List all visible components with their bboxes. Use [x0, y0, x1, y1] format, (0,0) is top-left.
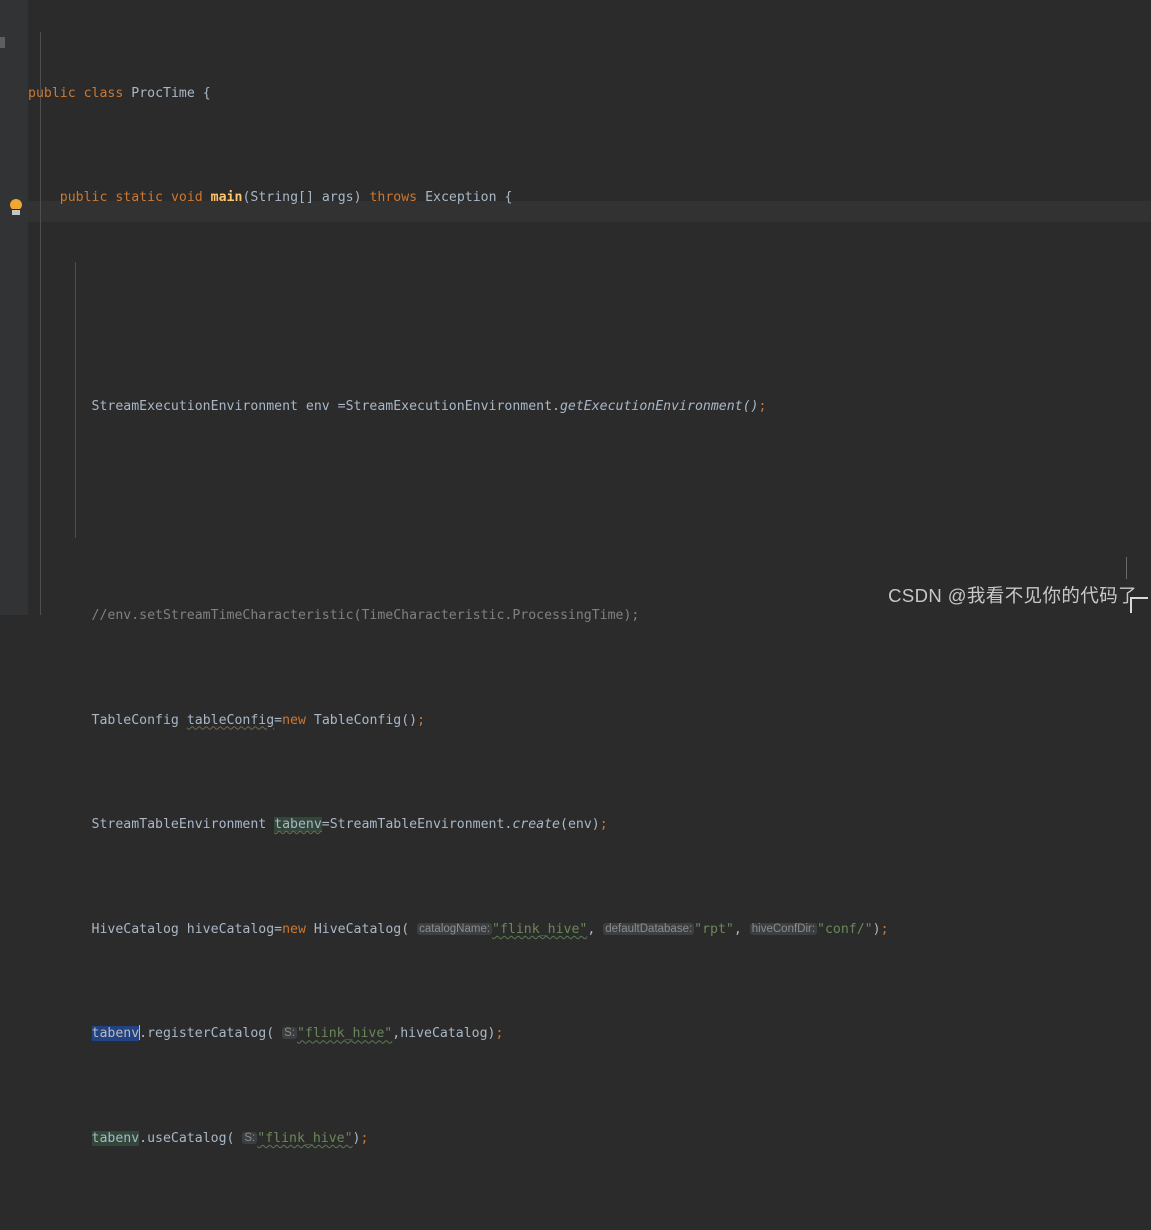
token-semicolon: ; — [417, 712, 426, 728]
code-line[interactable]: tabenv.useCatalog( S: "flink_hive"); — [28, 1129, 1151, 1150]
parameter-hint-defaultdatabase[interactable]: defaultDatabase: — [603, 922, 695, 935]
token-keyword: public — [28, 85, 76, 101]
token-static-method: create — [512, 817, 560, 833]
code-line-current[interactable]: tabenv.registerCatalog( S: "flink_hive",h… — [28, 1024, 1151, 1045]
token-variable-tabenv: tabenv — [274, 817, 322, 833]
token-comment: //env.setStreamTimeCharacteristic(TimeCh… — [91, 608, 640, 624]
code-line-blank[interactable] — [28, 293, 1151, 314]
token-semicolon: ; — [880, 921, 889, 937]
code-line[interactable]: StreamTableEnvironment tabenv=StreamTabl… — [28, 815, 1151, 836]
token-args: ,hiveCatalog) — [392, 1026, 496, 1042]
token-string: "rpt" — [694, 921, 734, 937]
token-keyword: new — [282, 921, 306, 937]
code-editor-window[interactable]: public class ProcTime { public static vo… — [0, 0, 1151, 1146]
token-semicolon: ; — [495, 1026, 504, 1042]
token-string: "flink_hive" — [492, 921, 588, 937]
lightbulb-icon[interactable] — [9, 199, 23, 215]
token-constructor-call: TableConfig() — [305, 712, 418, 728]
editor-gutter[interactable] — [0, 0, 28, 615]
token-params: (String[] args) — [242, 190, 370, 206]
token-operator: = — [274, 712, 283, 728]
token-type: StreamExecutionEnvironment env =StreamEx… — [91, 399, 560, 415]
token-unused-variable: tableConfig — [186, 712, 275, 728]
code-text-area[interactable]: public class ProcTime { public static vo… — [28, 0, 1151, 1146]
watermark-tick — [1126, 557, 1127, 579]
token-string: "conf/" — [817, 921, 873, 937]
code-fold-marker-icon[interactable] — [0, 37, 5, 48]
token-type: StreamTableEnvironment — [91, 817, 275, 833]
token-class-name: ProcTime — [131, 85, 195, 101]
token-paren: ) — [352, 1130, 361, 1146]
watermark-text: CSDN @我看不见你的代码了 — [888, 585, 1137, 606]
token-type: TableConfig — [91, 712, 187, 728]
token-variable-tabenv: tabenv — [91, 1130, 140, 1146]
token-constructor-call: HiveCatalog( — [305, 921, 418, 937]
token-paren: ) — [872, 921, 881, 937]
code-line[interactable]: public static void main(String[] args) t… — [28, 188, 1151, 209]
token-args: (env) — [560, 817, 600, 833]
token-semicolon: ; — [758, 399, 767, 415]
code-line[interactable]: public class ProcTime { — [28, 84, 1151, 105]
token-keyword: void — [170, 190, 203, 206]
parameter-hint-s[interactable]: S: — [282, 1027, 297, 1040]
code-line[interactable]: HiveCatalog hiveCatalog=new HiveCatalog(… — [28, 920, 1151, 941]
lightbulb-base — [12, 209, 20, 215]
parameter-hint-s[interactable]: S: — [242, 1131, 258, 1144]
watermark-corner-mark — [1130, 597, 1148, 613]
token-string: "flink_hive" — [296, 1026, 393, 1042]
parameter-hint-hiveconfdir[interactable]: hiveConfDir: — [749, 922, 818, 935]
token-static-method: getExecutionEnvironment() — [559, 399, 759, 415]
token-keyword: throws — [369, 190, 418, 206]
token-brace: { — [194, 85, 211, 101]
token-comma: , — [733, 921, 750, 937]
parameter-hint-catalogname[interactable]: catalogName: — [417, 922, 493, 935]
token-method-call: .useCatalog( — [139, 1130, 243, 1146]
code-line[interactable]: //env.setStreamTimeCharacteristic(TimeCh… — [28, 606, 1151, 627]
token-keyword: public — [59, 190, 108, 206]
token-string: "flink_hive" — [257, 1130, 353, 1146]
token-semicolon: ; — [599, 817, 608, 833]
code-line[interactable]: TableConfig tableConfig=new TableConfig(… — [28, 711, 1151, 732]
token-type: HiveCatalog hiveCatalog= — [91, 921, 283, 937]
token-type: =StreamTableEnvironment. — [321, 817, 513, 833]
token-method-name: main — [210, 190, 243, 206]
selected-identifier[interactable]: tabenv — [91, 1026, 140, 1042]
token-semicolon: ; — [360, 1130, 369, 1146]
code-line[interactable]: StreamExecutionEnvironment env =StreamEx… — [28, 397, 1151, 418]
token-keyword: class — [83, 85, 124, 101]
token-keyword: static — [115, 190, 163, 206]
code-line-blank[interactable] — [28, 502, 1151, 523]
token-exception: Exception { — [417, 190, 513, 206]
token-keyword: new — [282, 712, 306, 728]
token-method-call: .registerCatalog( — [139, 1026, 283, 1042]
token-comma: , — [587, 921, 604, 937]
